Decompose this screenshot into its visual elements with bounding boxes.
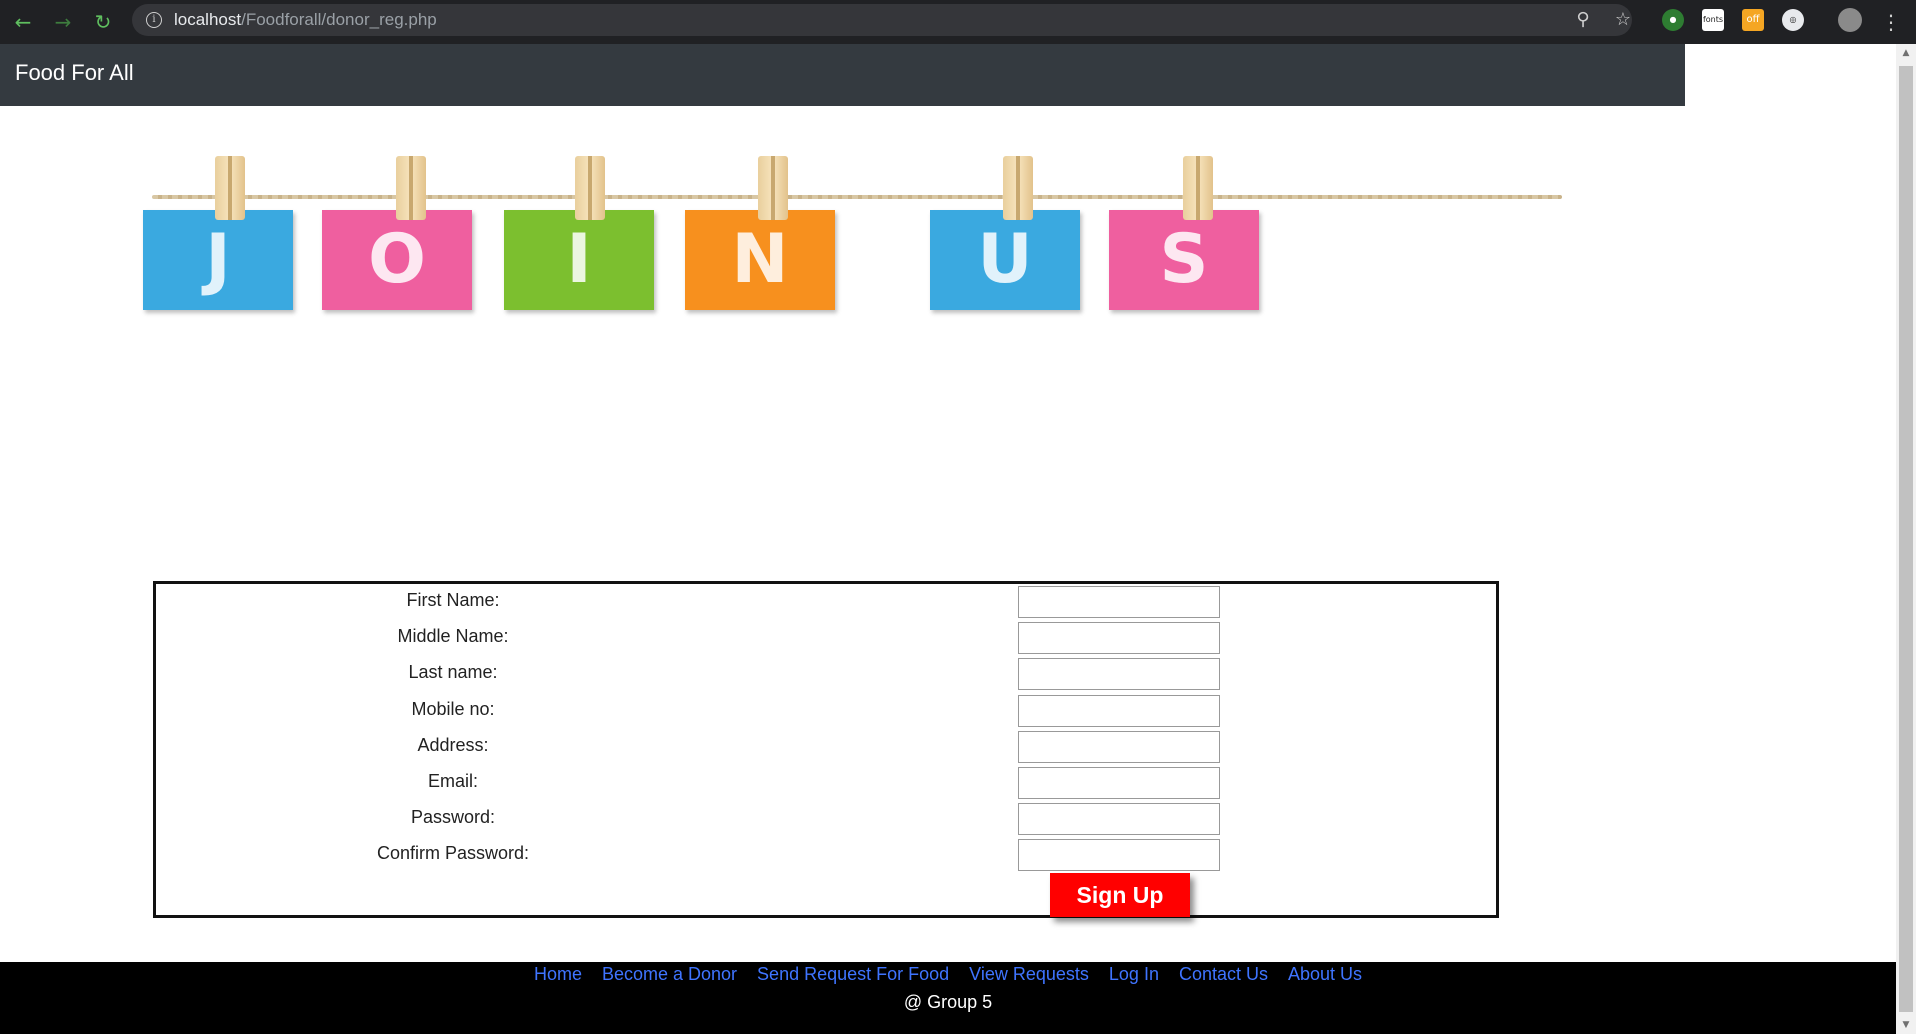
url-host: localhost [174,10,242,29]
banner-letter-card: O [322,210,472,310]
banner-letter-card: U [930,210,1080,310]
scroll-up-icon[interactable]: ▲ [1896,44,1916,62]
bookmark-star-icon[interactable]: ☆ [1612,9,1634,31]
site-brand[interactable]: Food For All [15,60,134,86]
site-info-icon[interactable]: i [146,12,162,28]
clothespin-icon [1003,156,1033,220]
clothesline [152,195,1562,199]
address-bar-url[interactable]: localhost/Foodforall/donor_reg.php [174,10,437,30]
page-scrollbar[interactable]: ▲ ▼ [1896,44,1916,1034]
scrollbar-thumb[interactable] [1899,66,1913,1012]
last-name-label: Last name: [408,662,498,683]
address-bar[interactable]: i localhost/Foodforall/donor_reg.php ⚲ ☆ [132,4,1632,36]
footer-link-send-request-for-food[interactable]: Send Request For Food [757,964,949,984]
form-row-last-name: Last name: [156,656,1496,692]
extension-fonts-icon[interactable]: fonts [1702,9,1724,31]
form-row-confirm-password: Confirm Password: [156,837,1496,873]
back-arrow-icon[interactable]: ← [8,7,38,37]
footer-link-view-requests[interactable]: View Requests [969,964,1089,984]
banner-letter-card: N [685,210,835,310]
form-row-middle-name: Middle Name: [156,620,1496,656]
site-navbar: Food For All [0,44,1685,106]
sign-up-button[interactable]: Sign Up [1050,873,1190,917]
password-label: Password: [410,807,496,828]
form-row-address: Address: [156,729,1496,765]
email-label: Email: [427,771,478,791]
scroll-down-icon[interactable]: ▼ [1896,1016,1916,1034]
browser-toolbar: ← → ↻ i localhost/Foodforall/donor_reg.p… [0,0,1916,44]
password-input[interactable] [1018,803,1220,836]
url-path: /Foodforall/donor_reg.php [241,10,437,29]
footer-link-about-us[interactable]: About Us [1288,964,1362,984]
clothespin-icon [575,156,605,220]
banner-letter-card: J [143,210,293,310]
site-footer: Home Become a Donor Send Request For Food V… [0,962,1896,1034]
footer-copyright: @ Group 5 [903,992,993,1012]
clothespin-icon [758,156,788,220]
address-input[interactable] [1018,730,1220,763]
mobile-no-label: Mobile no: [411,698,495,719]
first-name-input[interactable] [1018,586,1220,618]
footer-link-contact-us[interactable]: Contact Us [1179,964,1268,984]
form-row-email: Email: [156,765,1496,801]
confirm-password-input[interactable] [1018,839,1220,872]
clothespin-icon [1183,156,1213,220]
extension-fonts-label: fonts [1702,15,1724,24]
banner-letter-card: I [504,210,654,310]
zoom-icon[interactable]: ⚲ [1572,9,1594,31]
address-label: Address: [417,734,489,755]
clothespin-icon [396,156,426,220]
extension-home-icon[interactable]: off [1742,9,1764,31]
clothespin-icon [215,156,245,220]
form-row-mobile-no: Mobile no: [156,693,1496,729]
reload-icon[interactable]: ↻ [88,7,118,37]
menu-kebab-icon[interactable]: ⋮ [1876,7,1906,37]
footer-link-log-in[interactable]: Log In [1109,964,1159,984]
banner-letter-card: S [1109,210,1259,310]
confirm-password-label: Confirm Password: [376,843,530,864]
form-row-first-name: First Name: [156,584,1496,620]
extension-badge: off [1746,14,1760,25]
email-input[interactable] [1018,767,1220,799]
extension-globe-icon[interactable]: ● [1662,9,1684,31]
footer-link-become-a-donor[interactable]: Become a Donor [602,964,737,984]
middle-name-input[interactable] [1018,622,1220,655]
form-row-password: Password: [156,801,1496,837]
footer-links: Home Become a Donor Send Request For Food V… [0,964,1896,985]
profile-avatar-icon[interactable] [1838,8,1862,32]
last-name-input[interactable] [1018,658,1220,691]
middle-name-label: Middle Name: [397,626,509,647]
join-us-banner: JOINUS [143,150,1562,320]
extension-shield-icon[interactable]: ◎ [1782,9,1804,31]
mobile-no-input[interactable] [1018,694,1220,727]
forward-arrow-icon[interactable]: → [48,7,78,37]
first-name-label: First Name: [406,590,500,610]
footer-link-home[interactable]: Home [534,964,582,984]
donor-registration-form: First Name: Middle Name: Last name: Mobile … [153,581,1499,918]
